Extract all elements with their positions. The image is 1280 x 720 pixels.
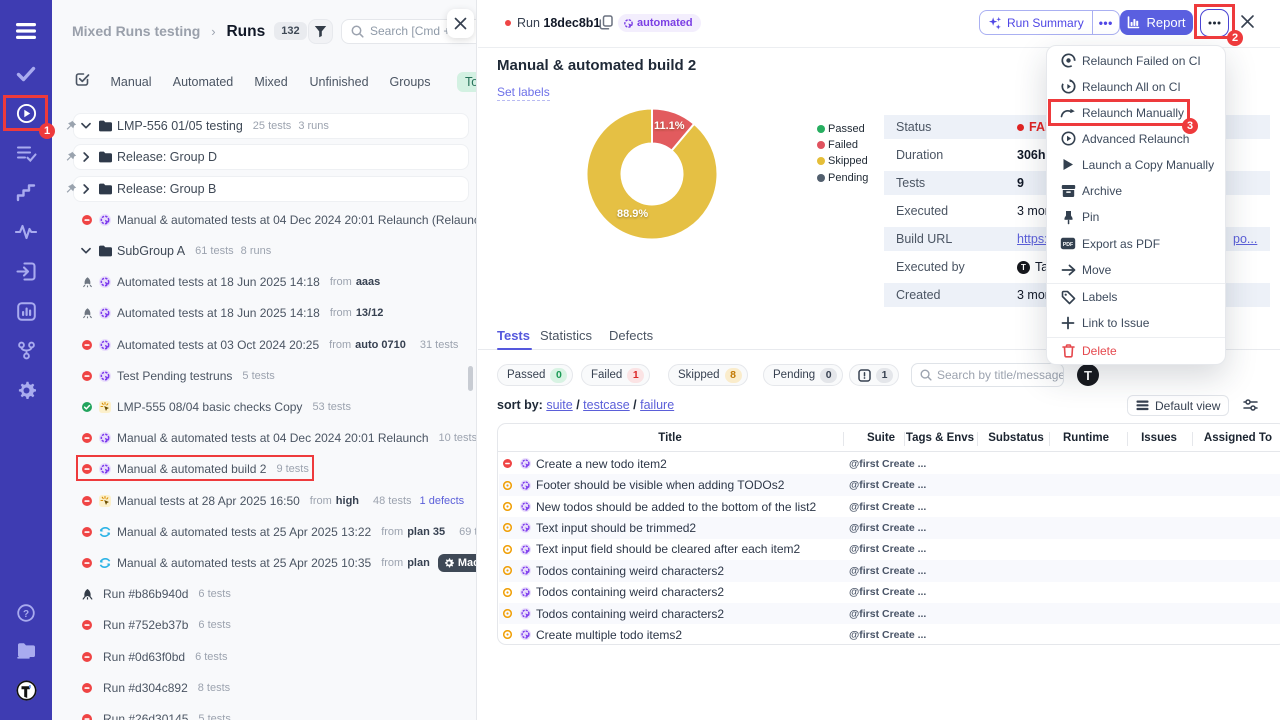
svg-text:?: ? — [23, 609, 29, 620]
svg-text:PDF: PDF — [1063, 242, 1073, 248]
